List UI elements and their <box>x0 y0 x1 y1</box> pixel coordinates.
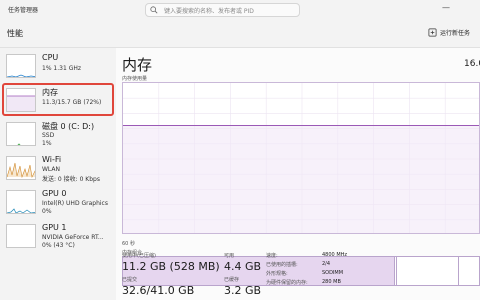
sidebar-item-title: CPU <box>42 53 59 62</box>
sidebar-item-title: 磁盘 0 (C: D:) <box>42 122 95 131</box>
detail-value: SODIMM <box>322 270 344 276</box>
committed-label: 已提交 <box>122 277 138 283</box>
sidebar-item-title: GPU 1 <box>42 223 67 232</box>
memory-usage-graph <box>122 82 480 234</box>
sidebar-item-disk[interactable]: 磁盘 0 (C: D:) SSD 1% <box>0 118 116 152</box>
sidebar-item-title: GPU 0 <box>42 189 67 198</box>
sidebar-item-sub: 0% (43 °C) <box>42 242 75 249</box>
in-use-label: 使用中(已压缩) <box>122 253 156 259</box>
memory-usage-area <box>123 125 479 233</box>
selection-highlight <box>2 83 114 116</box>
sidebar-item-sub: NVIDIA GeForce RT... <box>42 234 104 241</box>
sidebar-item-sub: 1% 1.31 GHz <box>42 65 82 72</box>
detail-key: 速度: <box>266 253 278 259</box>
app-title: 任务管理器 <box>8 7 39 14</box>
sidebar-item-title: Wi-Fi <box>42 155 62 164</box>
committed-value: 32.6/41.0 GB <box>122 284 195 297</box>
sidebar-item-sub: Intel(R) UHD Graphics <box>42 200 108 207</box>
sidebar-item-sub: 发送: 0 接收: 0 Kbps <box>42 176 100 183</box>
usage-graph-label: 内存使用量 <box>122 76 148 82</box>
sidebar-item-sub: WLAN <box>42 166 61 173</box>
sidebar-item-cpu[interactable]: CPU 1% 1.31 GHz <box>0 50 116 84</box>
available-label: 可用 <box>224 253 235 259</box>
page-header: 性能 运行新任务 <box>0 20 480 48</box>
available-value: 4.4 GB <box>224 260 262 273</box>
run-task-label: 运行新任务 <box>440 30 471 37</box>
minimize-button[interactable]: — <box>442 3 450 12</box>
run-new-task-button[interactable]: 运行新任务 <box>428 28 470 37</box>
composition-standby <box>397 257 459 285</box>
memory-panel: 内存 16.0 内存使用量 60 秒 内存组合 使用中(已压缩) 11.2 GB… <box>116 48 480 300</box>
cpu-thumbnail <box>6 54 36 78</box>
disk-thumbnail <box>6 122 36 146</box>
sidebar-item-wifi[interactable]: Wi-Fi WLAN 发送: 0 接收: 0 Kbps <box>0 152 116 186</box>
title-bar: 任务管理器 键入要搜索的名称、发布者或 PID — <box>0 0 480 20</box>
in-use-value: 11.2 GB (528 MB) <box>122 260 220 273</box>
gpu0-thumbnail <box>6 190 36 214</box>
run-task-icon <box>428 28 437 37</box>
sidebar-item-sub: 0% <box>42 208 52 215</box>
detail-key: 为硬件保留的内存: <box>266 280 308 286</box>
time-axis-label: 60 秒 <box>122 241 135 247</box>
sidebar-item-gpu0[interactable]: GPU 0 Intel(R) UHD Graphics 0% <box>0 186 116 220</box>
search-box[interactable]: 键入要搜索的名称、发布者或 PID <box>145 3 300 17</box>
detail-key: 已使用的插槽: <box>266 262 298 268</box>
panel-title: 内存 <box>122 56 153 74</box>
device-sidebar: CPU 1% 1.31 GHz 内存 11.3/15.7 GB (72%) 磁盘… <box>0 48 116 300</box>
cached-label: 已缓存 <box>224 277 240 283</box>
wifi-thumbnail <box>6 156 36 180</box>
detail-value: 4800 MHz <box>322 252 348 258</box>
page-title: 性能 <box>7 29 23 38</box>
memory-total: 16.0 <box>464 59 480 69</box>
detail-key: 外形规格: <box>266 271 288 277</box>
composition-free <box>459 257 479 285</box>
sidebar-item-sub: 1% <box>42 140 52 147</box>
search-icon <box>150 6 158 14</box>
cached-value: 3.2 GB <box>224 284 262 297</box>
sidebar-item-sub: SSD <box>42 132 55 139</box>
detail-value: 2/4 <box>322 261 331 267</box>
usage-graph-svg <box>123 83 479 233</box>
detail-value: 280 MB <box>322 279 341 285</box>
search-input[interactable]: 键入要搜索的名称、发布者或 PID <box>164 6 254 15</box>
gpu1-thumbnail <box>6 224 36 248</box>
sidebar-item-gpu1[interactable]: GPU 1 NVIDIA GeForce RT... 0% (43 °C) <box>0 220 116 254</box>
